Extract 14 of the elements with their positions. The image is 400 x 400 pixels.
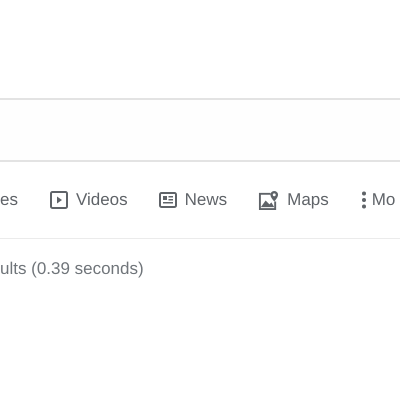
newspaper-icon [158, 192, 177, 208]
tab-label: News [184, 190, 228, 210]
play-icon [50, 191, 68, 209]
result-stats: ults (0.39 seconds) [0, 259, 145, 279]
search-tab[interactable]: Videos [50, 190, 128, 210]
tab-label: Maps [287, 190, 329, 210]
search-tab[interactable]: News [158, 190, 228, 210]
search-tab[interactable]: Maps [258, 190, 329, 210]
search-tab[interactable]: Mo [362, 190, 396, 210]
tab-label: Videos [76, 190, 128, 210]
more-icon [362, 191, 366, 209]
map-pin-icon [258, 190, 280, 210]
search-tab[interactable]: es [0, 190, 18, 210]
tab-label: Mo [372, 190, 396, 210]
